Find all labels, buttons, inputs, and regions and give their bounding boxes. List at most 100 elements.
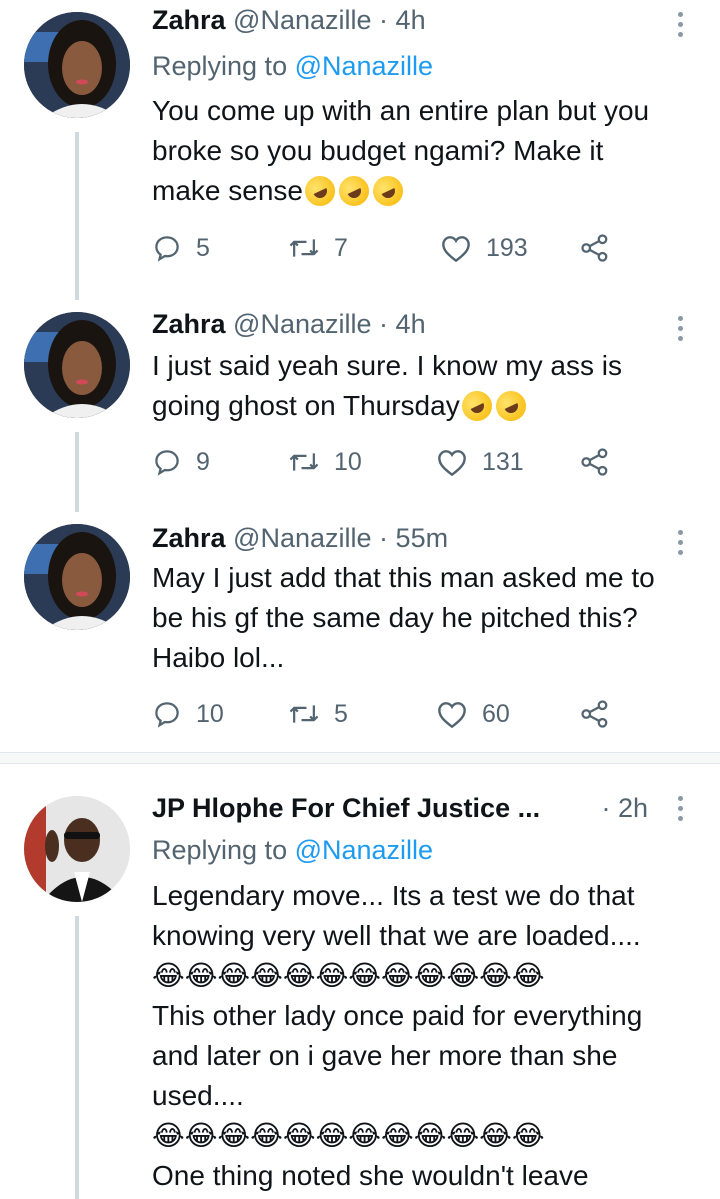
avatar[interactable] (24, 796, 130, 902)
reply-button[interactable]: 9 (152, 442, 210, 482)
reply-button[interactable]: 5 (152, 228, 210, 268)
rofl-emoji-icon (490, 386, 531, 426)
timestamp[interactable]: 4h (396, 5, 426, 35)
separator-dot: · (379, 309, 389, 339)
author-name[interactable]: Zahra (152, 5, 226, 35)
share-button[interactable] (580, 228, 610, 268)
thread-line (75, 432, 79, 512)
tweet-text-line-text: going ghost on Thursday (152, 390, 460, 421)
replying-to-prefix: Replying to (152, 835, 295, 865)
more-options-icon[interactable] (670, 308, 690, 348)
tweet-text-line: Legendary move... Its a test we do that (152, 880, 635, 911)
thread-gap (0, 753, 720, 763)
tweet-2[interactable]: Zahra @Nanazille · 4h I just said yeah s… (0, 300, 720, 512)
tweet-text-line: This other lady once paid for everything (152, 1000, 643, 1031)
tweet-text-line-text: make sense (152, 175, 303, 206)
avatar[interactable] (24, 312, 130, 418)
replying-to: Replying to @Nanazille (152, 48, 433, 84)
reply-mention-link[interactable]: @Nanazille (295, 835, 433, 865)
timestamp-group: · 2h (601, 790, 648, 826)
share-icon (581, 234, 608, 262)
more-options-icon[interactable] (670, 522, 690, 562)
retweet-count: 5 (334, 699, 348, 728)
timestamp[interactable]: 4h (396, 309, 426, 339)
retweet-count: 10 (334, 447, 362, 476)
author-handle[interactable]: @Nanazille (233, 523, 371, 553)
tweet-header: Zahra @Nanazille · 55m (152, 520, 674, 560)
tweet-text-line: You come up with an entire plan but you (152, 95, 650, 126)
avatar[interactable] (24, 12, 130, 118)
tweet-text-line: make sense (152, 171, 690, 211)
rofl-emoji-icon (300, 171, 340, 211)
reply-count: 9 (196, 447, 210, 476)
like-count: 131 (482, 447, 524, 476)
avatar[interactable] (24, 524, 130, 630)
tweet-4[interactable]: JP Hlophe For Chief Justice ... · 2h Rep… (0, 764, 720, 1199)
tweet-text-line: 😂😂😂😂😂😂😂😂😂😂😂😂 (152, 1120, 545, 1151)
share-button[interactable] (580, 442, 610, 482)
share-icon (581, 448, 608, 476)
rofl-emoji-icon (456, 386, 497, 426)
tweet-text-line: and later on i gave her more than she (152, 1040, 618, 1071)
tweet-text-line: knowing very well that we are loaded.... (152, 920, 641, 951)
retweet-icon (289, 453, 319, 471)
tweet-text: May I just add that this man asked me to… (152, 558, 690, 678)
share-button[interactable] (580, 694, 610, 734)
like-button[interactable]: 131 (436, 442, 524, 482)
reply-icon (155, 450, 179, 476)
tweet-header: Zahra @Nanazille · 4h (152, 306, 674, 346)
rofl-emoji-icon (368, 171, 408, 211)
like-button[interactable]: 60 (436, 694, 510, 734)
tweet-text-line: 😂😂😂😂😂😂😂😂😂😂😂😂 (152, 960, 545, 991)
rofl-emoji-row (456, 386, 531, 426)
tweet-text-line: Haibo lol... (152, 642, 285, 673)
reply-count: 5 (196, 233, 210, 262)
author-name[interactable]: Zahra (152, 309, 226, 339)
separator-dot: · (601, 793, 611, 823)
reply-icon (155, 702, 179, 728)
thread-line (75, 916, 79, 1199)
tweet-actions: 10 5 60 (152, 694, 622, 734)
replying-to-prefix: Replying to (152, 51, 295, 81)
tweet-3[interactable]: Zahra @Nanazille · 55m May I just add th… (0, 512, 720, 752)
retweet-button[interactable]: 10 (288, 442, 362, 482)
share-icon (581, 700, 608, 728)
rofl-emoji-icon (334, 171, 374, 211)
retweet-icon (289, 705, 319, 723)
like-button[interactable]: 193 (440, 228, 528, 268)
tweet-text: I just said yeah sure. I know my ass is … (152, 346, 690, 426)
reply-icon (155, 236, 179, 262)
retweet-icon (289, 239, 319, 257)
more-options-icon[interactable] (670, 788, 690, 828)
tweet-text-line: May I just add that this man asked me to (152, 562, 655, 593)
timestamp[interactable]: 2h (618, 793, 648, 823)
like-count: 193 (486, 233, 528, 262)
rofl-emoji-row (300, 171, 408, 211)
tweet-text-line: I just said yeah sure. I know my ass is (152, 350, 622, 381)
replying-to: Replying to @Nanazille (152, 832, 433, 868)
tweet-text-line: One thing noted she wouldn't leave (152, 1160, 589, 1191)
author-name[interactable]: JP Hlophe For Chief Justice ... (152, 793, 540, 823)
retweet-button[interactable]: 5 (288, 694, 348, 734)
author-name[interactable]: Zahra (152, 523, 226, 553)
tweet-text-line: going ghost on Thursday (152, 386, 690, 426)
retweet-button[interactable]: 7 (288, 228, 348, 268)
tweet-text: You come up with an entire plan but you … (152, 91, 690, 211)
tweet-1[interactable]: Zahra @Nanazille · 4h Replying to @Nanaz… (0, 0, 720, 300)
retweet-count: 7 (334, 233, 348, 262)
author-handle[interactable]: @Nanazille (233, 309, 371, 339)
separator-dot: · (379, 523, 389, 553)
tweet-text-line: broke so you budget ngami? Make it (152, 135, 604, 166)
separator-dot: · (379, 5, 389, 35)
reply-count: 10 (196, 699, 224, 728)
tweet-text-line: used.... (152, 1080, 244, 1111)
heart-icon (438, 702, 466, 729)
reply-button[interactable]: 10 (152, 694, 224, 734)
more-options-icon[interactable] (670, 4, 690, 44)
author-handle[interactable]: @Nanazille (233, 5, 371, 35)
tweet-actions: 5 7 193 (152, 228, 622, 268)
timestamp[interactable]: 55m (396, 523, 449, 553)
tweet-header: Zahra @Nanazille · 4h (152, 2, 674, 42)
reply-mention-link[interactable]: @Nanazille (295, 51, 433, 81)
tweet-header: JP Hlophe For Chief Justice ... (152, 790, 630, 830)
